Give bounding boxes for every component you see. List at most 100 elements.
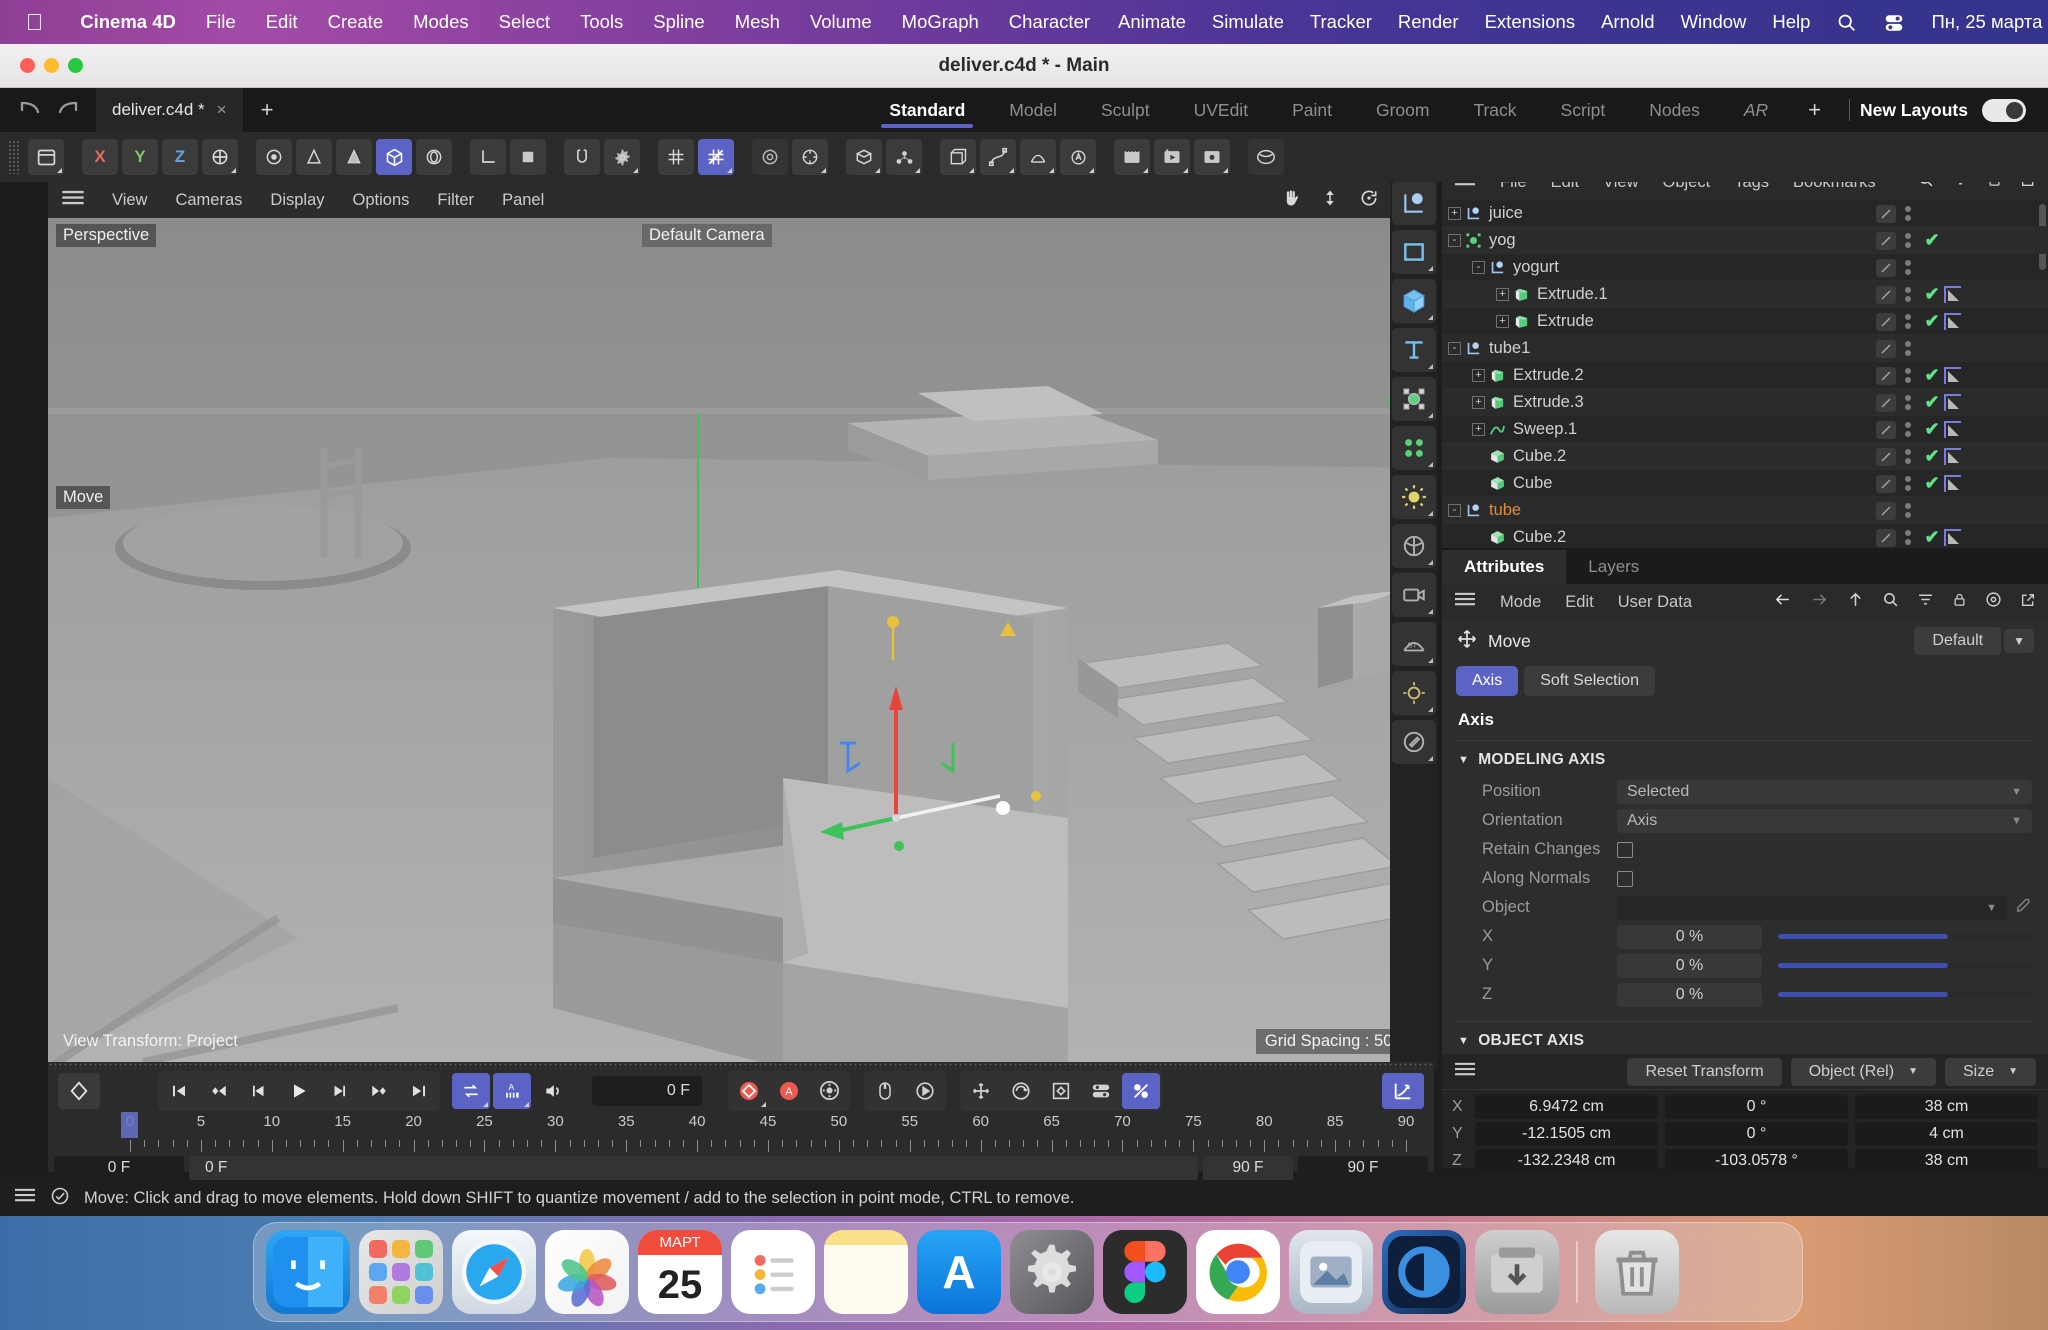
coordinate-mode-dropdown[interactable]: Object (Rel) ▼ [1791, 1058, 1936, 1086]
object-row[interactable]: Cube.2✔ [1442, 524, 2048, 548]
layout-tab-sculpt[interactable]: Sculpt [1079, 88, 1172, 132]
next-keyframe-icon[interactable] [360, 1073, 398, 1109]
object-row[interactable]: +Extrude.3✔ [1442, 389, 2048, 416]
coordinate-rotation-field[interactable]: 0 ° [1665, 1122, 1848, 1146]
new-layouts-toggle[interactable] [1982, 99, 2026, 122]
parameter-key-icon[interactable] [1082, 1073, 1120, 1109]
layout-tab-model[interactable]: Model [987, 88, 1079, 132]
search-icon[interactable] [1823, 11, 1870, 34]
timeline-playhead[interactable] [121, 1112, 138, 1138]
attributes-preset[interactable]: Default ▼ [1914, 627, 2034, 655]
object-row[interactable]: +Sweep.1✔ [1442, 416, 2048, 443]
expander-toggle[interactable]: + [1472, 396, 1485, 409]
keyframe-settings-icon[interactable] [810, 1073, 848, 1109]
object-row[interactable]: +juice [1442, 200, 2048, 227]
object-name[interactable]: yogurt [1513, 258, 1559, 277]
expander-toggle[interactable]: + [1472, 423, 1485, 436]
world-object-coordinate-icon[interactable] [202, 139, 238, 175]
calendar-icon[interactable]: МАРТ25 [638, 1230, 722, 1314]
visibility-dots[interactable] [1902, 368, 1914, 383]
expander-toggle[interactable]: + [1472, 369, 1485, 382]
model-mode-icon[interactable] [376, 139, 412, 175]
material-sphere-icon[interactable] [1392, 524, 1436, 568]
size-mode-dropdown[interactable]: Size ▼ [1945, 1058, 2036, 1086]
material-manager-icon[interactable] [846, 139, 882, 175]
phong-tag-icon[interactable] [1944, 448, 1961, 465]
menu-character[interactable]: Character [994, 11, 1105, 33]
object-enable-checkmark[interactable]: ✔ [1920, 419, 1944, 440]
timeline-grip[interactable] [48, 1062, 1434, 1069]
tab-attributes[interactable]: Attributes [1442, 550, 1566, 584]
dolly-icon[interactable] [1311, 188, 1349, 213]
tab-layers[interactable]: Layers [1566, 550, 1661, 584]
object-edit-toggle[interactable] [1876, 259, 1896, 277]
expander-toggle[interactable]: - [1448, 234, 1461, 247]
object-row[interactable]: Cube.2 ✔ [1442, 443, 2048, 470]
visibility-dots[interactable] [1902, 530, 1914, 545]
light-icon[interactable] [1392, 475, 1436, 519]
viewport-menu-view[interactable]: View [98, 191, 161, 210]
object-row[interactable]: +Extrude.2✔ [1442, 362, 2048, 389]
segment-axis[interactable]: Axis [1456, 666, 1518, 696]
field-axis-x[interactable]: X 0 % [1442, 922, 2048, 951]
coordinate-position-field[interactable]: 6.9472 cm [1475, 1095, 1658, 1119]
render-queue-icon[interactable] [1194, 139, 1230, 175]
coordinate-size-field[interactable]: 38 cm [1855, 1095, 2038, 1119]
coordinate-position-field[interactable]: -132.2348 cm [1475, 1149, 1658, 1173]
menu-simulate[interactable]: Simulate [1199, 11, 1297, 33]
hamburger-icon[interactable] [1454, 592, 1476, 612]
object-enable-checkmark[interactable]: ✔ [1920, 365, 1944, 386]
object-edit-toggle[interactable] [1876, 421, 1896, 439]
object-row[interactable]: -tube [1442, 497, 2048, 524]
object-enable-checkmark[interactable]: ✔ [1920, 527, 1944, 548]
object-enable-checkmark[interactable]: ✔ [1920, 446, 1944, 467]
object-row[interactable]: +Extrude✔ [1442, 308, 2048, 335]
axis-x-slider[interactable] [1778, 934, 2032, 939]
workplane-icon[interactable] [698, 139, 734, 175]
reset-transform-button[interactable]: Reset Transform [1627, 1058, 1781, 1086]
object-name[interactable]: Cube.2 [1513, 447, 1566, 466]
expander-toggle[interactable]: + [1496, 288, 1509, 301]
timeline-curve-icon[interactable] [1382, 1073, 1424, 1109]
layout-tab-script[interactable]: Script [1539, 88, 1628, 132]
object-name[interactable]: Extrude [1537, 312, 1594, 331]
scale-key-icon[interactable] [1042, 1073, 1080, 1109]
field-axis-z[interactable]: Z 0 % [1442, 980, 2048, 1009]
record-keyframe-icon[interactable] [730, 1073, 768, 1109]
playback-icon[interactable] [906, 1073, 944, 1109]
new-document-button[interactable]: + [243, 97, 292, 123]
up-arrow-icon[interactable] [1838, 591, 1873, 613]
axis-y-lock-icon[interactable]: Y [122, 139, 158, 175]
visibility-dots[interactable] [1902, 206, 1914, 221]
object-edit-toggle[interactable] [1876, 394, 1896, 412]
forward-arrow-icon[interactable] [1801, 591, 1838, 613]
object-edit-toggle[interactable] [1876, 367, 1896, 385]
field-position[interactable]: Position Selected ▼ [1442, 777, 2048, 806]
menu-tools[interactable]: Tools [565, 11, 638, 33]
coordinate-rotation-field[interactable]: -103.0578 ° [1665, 1149, 1848, 1173]
visibility-dots[interactable] [1902, 422, 1914, 437]
render-view-icon[interactable] [752, 139, 788, 175]
mograph-icon[interactable] [1392, 426, 1436, 470]
eyedropper-icon[interactable] [2015, 897, 2032, 919]
segment-soft-selection[interactable]: Soft Selection [1524, 666, 1655, 696]
layout-tab-nodes[interactable]: Nodes [1627, 88, 1722, 132]
retain-changes-checkbox[interactable] [1617, 842, 1633, 858]
visibility-dots[interactable] [1902, 260, 1914, 275]
text-icon[interactable] [1392, 328, 1436, 372]
field-axis-y[interactable]: Y 0 % [1442, 951, 2048, 980]
hamburger-icon[interactable] [14, 1188, 36, 1208]
phong-tag-icon[interactable] [1944, 475, 1961, 492]
object-enable-checkmark[interactable]: ✔ [1920, 392, 1944, 413]
field-object-input[interactable]: ▼ [1617, 896, 2007, 920]
object-edit-toggle[interactable] [1876, 502, 1896, 520]
grid-icon[interactable] [658, 139, 694, 175]
chrome-icon[interactable] [1196, 1230, 1280, 1314]
menubar-date[interactable]: Пн, 25 марта [1918, 11, 2048, 33]
range-end-field-2[interactable]: 90 F [1298, 1156, 1428, 1180]
coordinate-position-field[interactable]: -12.1505 cm [1475, 1122, 1658, 1146]
keyframe-icon[interactable] [58, 1073, 100, 1109]
sound-icon[interactable] [534, 1073, 572, 1109]
axis-z-lock-icon[interactable]: Z [162, 139, 198, 175]
layout-tab-uvedit[interactable]: UVEdit [1172, 88, 1270, 132]
